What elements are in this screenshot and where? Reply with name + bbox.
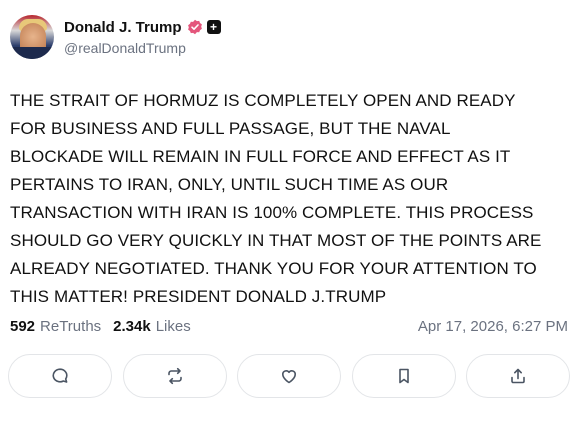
likes-label: Likes (155, 318, 191, 335)
post-line: SHOULD GO VERY QUICKLY IN THAT MOST OF T… (10, 231, 542, 250)
post-line: FOR BUSINESS AND FULL PASSAGE, BUT THE N… (10, 119, 451, 138)
retruths-label: ReTruths (40, 318, 102, 335)
verified-badge-icon (187, 19, 203, 35)
action-bar (8, 354, 570, 398)
heart-icon (281, 370, 297, 384)
likes-stat[interactable]: 2.34k Likes (113, 318, 191, 335)
author-names: Donald J. Trump + @realDonaldTrump (64, 18, 221, 56)
like-button[interactable] (237, 354, 341, 398)
plus-badge-icon: + (206, 20, 221, 34)
reply-button[interactable] (8, 354, 112, 398)
comment-icon (52, 368, 68, 383)
post-line: PERTAINS TO IRAN, ONLY, UNTIL SUCH TIME … (10, 175, 449, 194)
author-display-name[interactable]: Donald J. Trump (64, 19, 182, 36)
post-body: THE STRAIT OF HORMUZ IS COMPLETELY OPEN … (10, 87, 570, 311)
post-line: THE STRAIT OF HORMUZ IS COMPLETELY OPEN … (10, 91, 516, 110)
retruth-button[interactable] (122, 354, 227, 398)
bookmark-button[interactable] (351, 354, 456, 398)
likes-count: 2.34k (113, 318, 151, 335)
author-handle[interactable]: @realDonaldTrump (64, 40, 221, 56)
post-line: THIS MATTER! PRESIDENT DONALD J.TRUMP (10, 287, 387, 306)
repost-icon (167, 367, 182, 385)
bookmark-icon (398, 368, 409, 384)
author-avatar[interactable] (10, 15, 54, 59)
name-row: Donald J. Trump + (64, 18, 221, 36)
post-header: Donald J. Trump + @realDonaldTrump (10, 15, 221, 59)
post-line: ALREADY NEGOTIATED. THANK YOU FOR YOUR A… (10, 259, 537, 278)
avatar-suit (10, 47, 54, 59)
retruths-count: 592 (10, 318, 36, 335)
post-timestamp[interactable]: Apr 17, 2026, 6:27 PM (418, 318, 568, 335)
share-button[interactable] (466, 354, 570, 398)
retruths-stat[interactable]: 592 ReTruths (10, 318, 101, 335)
post-line: BLOCKADE WILL REMAIN IN FULL FORCE AND E… (10, 147, 511, 166)
post-stats: 592 ReTruths 2.34k Likes Apr 17, 2026, 6:2… (10, 318, 568, 335)
share-icon (511, 368, 525, 384)
post-line: TRANSACTION WITH IRAN IS 100% COMPLETE. … (10, 203, 534, 222)
